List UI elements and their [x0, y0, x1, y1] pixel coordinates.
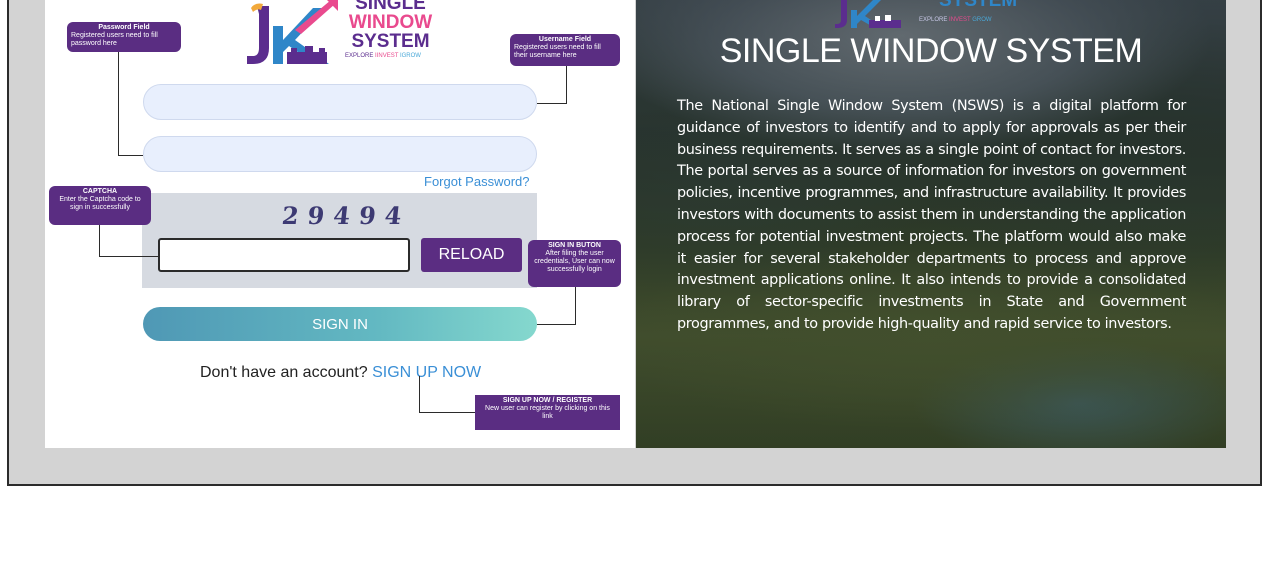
- callout-desc: Registered users need to fill their user…: [514, 44, 601, 59]
- info-title: SINGLE WINDOW SYSTEM: [719, 32, 1143, 70]
- callout-title: CAPTCHA: [82, 188, 118, 195]
- info-description: The National Single Window System (NSWS)…: [677, 98, 1186, 332]
- jk-logo-mark-icon: [835, 0, 901, 28]
- username-input[interactable]: [143, 84, 537, 120]
- signup-callout-connector: [419, 376, 476, 413]
- signup-register-callout: SIGN UP NOW / REGISTER New user can regi…: [475, 395, 620, 430]
- info-logo-tagline: EXPLORE INVEST GROW: [919, 17, 992, 23]
- info-panel-background: SYSTEM EXPLORE INVEST GROW SINGLE WINDOW…: [636, 0, 1226, 448]
- logo-line-2: WINDOW: [348, 12, 433, 33]
- info-tag-invest: INVEST: [949, 17, 971, 23]
- logo-line-3: SYSTEM: [351, 31, 430, 52]
- info-panel-logo: SYSTEM EXPLORE INVEST GROW: [833, 0, 1033, 30]
- info-tag-explore: EXPLORE: [919, 17, 948, 23]
- callout-desc: Registered users need to fill password h…: [71, 32, 158, 47]
- password-input[interactable]: [143, 136, 537, 172]
- no-account-text: Don't have an account?: [200, 364, 368, 381]
- callout-title: Password Field: [98, 24, 150, 31]
- captcha-code-image: 29494: [280, 201, 413, 230]
- info-tag-grow: GROW: [972, 17, 992, 23]
- signin-button[interactable]: SIGN IN: [143, 307, 537, 341]
- tagline-grow: GROW: [401, 53, 421, 59]
- captcha-callout: CAPTCHA Enter the Captcha code to sign i…: [49, 186, 151, 225]
- signin-callout-connector: [537, 287, 576, 325]
- password-field-callout: Password Field Registered users need to …: [67, 22, 181, 52]
- username-callout-connector: [537, 66, 567, 104]
- password-callout-connector: [118, 52, 143, 156]
- callout-title: Username Field: [538, 36, 592, 43]
- reload-captcha-button[interactable]: RELOAD: [421, 238, 522, 272]
- forgot-password-link[interactable]: Forgot Password?: [424, 174, 530, 189]
- callout-desc: Enter the Captcha code to sign in succes…: [59, 196, 141, 211]
- username-field-callout: Username Field Registered users need to …: [510, 34, 620, 66]
- captcha-callout-connector: [99, 225, 159, 257]
- captcha-input[interactable]: [158, 238, 410, 272]
- logo-wordmark: SINGLE WINDOW SYSTEM: [343, 0, 438, 51]
- jk-single-window-logo: SINGLE WINDOW SYSTEM EXPLORE IINVEST IGR…: [243, 0, 443, 68]
- signin-button-callout: SIGN IN BUTON After filing the user cred…: [528, 240, 621, 287]
- tagline-explore: EXPLORE: [345, 53, 374, 59]
- tagline-invest: INVEST: [376, 53, 399, 59]
- callout-desc: New user can register by clicking on thi…: [485, 405, 610, 420]
- logo-tagline: EXPLORE IINVEST IGROW: [345, 53, 421, 59]
- info-logo-word: SYSTEM: [939, 0, 1018, 11]
- callout-title: SIGN IN BUTON: [548, 242, 601, 249]
- jk-logo-mark-icon: [247, 0, 338, 64]
- callout-desc: After filing the user credentials, User …: [534, 250, 615, 273]
- callout-title: SIGN UP NOW / REGISTER: [502, 397, 593, 404]
